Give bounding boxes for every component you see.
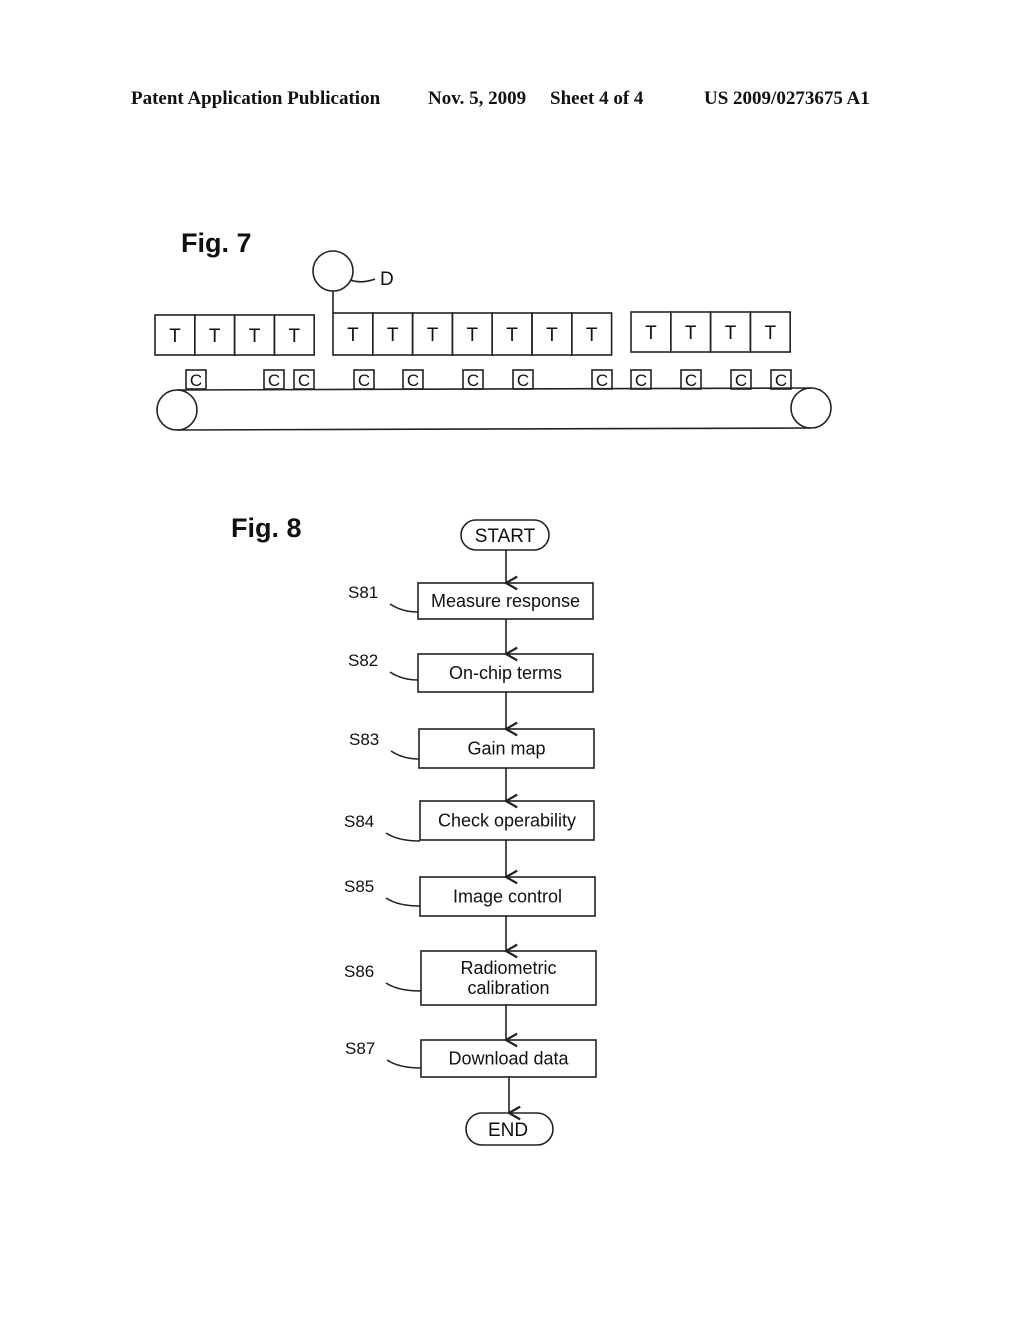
carrier-label: C [358, 371, 370, 390]
carrier-label: C [517, 371, 529, 390]
conveyor-left-roller [156, 389, 198, 431]
test-cell-label: T [249, 326, 261, 347]
test-cell-label: T [586, 325, 598, 346]
carrier-label: C [298, 371, 310, 390]
test-cell-label: T [288, 326, 300, 347]
carrier-label: C [407, 371, 419, 390]
carrier-label: C [268, 371, 280, 390]
conveyor-right-roller [790, 387, 832, 429]
carrier-label: C [735, 371, 747, 390]
carrier-label: C [467, 371, 479, 390]
test-group: TTTT [154, 314, 315, 356]
test-group: TTTT [630, 311, 792, 353]
detector-label: D [380, 269, 394, 290]
carrier-label: C [685, 371, 697, 390]
test-cell-label: T [764, 323, 776, 344]
fig7-diagram: T T T T T T T T T T T T T T TDC C C C C C C C C C C C [154, 250, 832, 431]
carrier-label: C [596, 371, 608, 390]
test-cell-label: T [427, 325, 439, 346]
test-cell-label: T [169, 326, 181, 347]
test-cell-label: T [645, 323, 657, 344]
detector-leader [349, 278, 376, 283]
test-cell-label: T [506, 325, 518, 346]
test-cell-label: T [466, 325, 478, 346]
detector-circle [312, 250, 354, 292]
test-cell-label: T [685, 323, 697, 344]
carrier-label: C [635, 371, 647, 390]
test-cell-label: T [387, 325, 399, 346]
test-cell-label: T [546, 325, 558, 346]
carrier-label: C [190, 371, 202, 390]
test-cell-label: T [347, 325, 359, 346]
test-group: TTTTTTT [332, 312, 613, 356]
carrier-label: C [775, 371, 787, 390]
test-cell-label: T [725, 323, 737, 344]
conveyor-belt-bottom [176, 427, 812, 431]
test-cell-label: T [209, 326, 221, 347]
